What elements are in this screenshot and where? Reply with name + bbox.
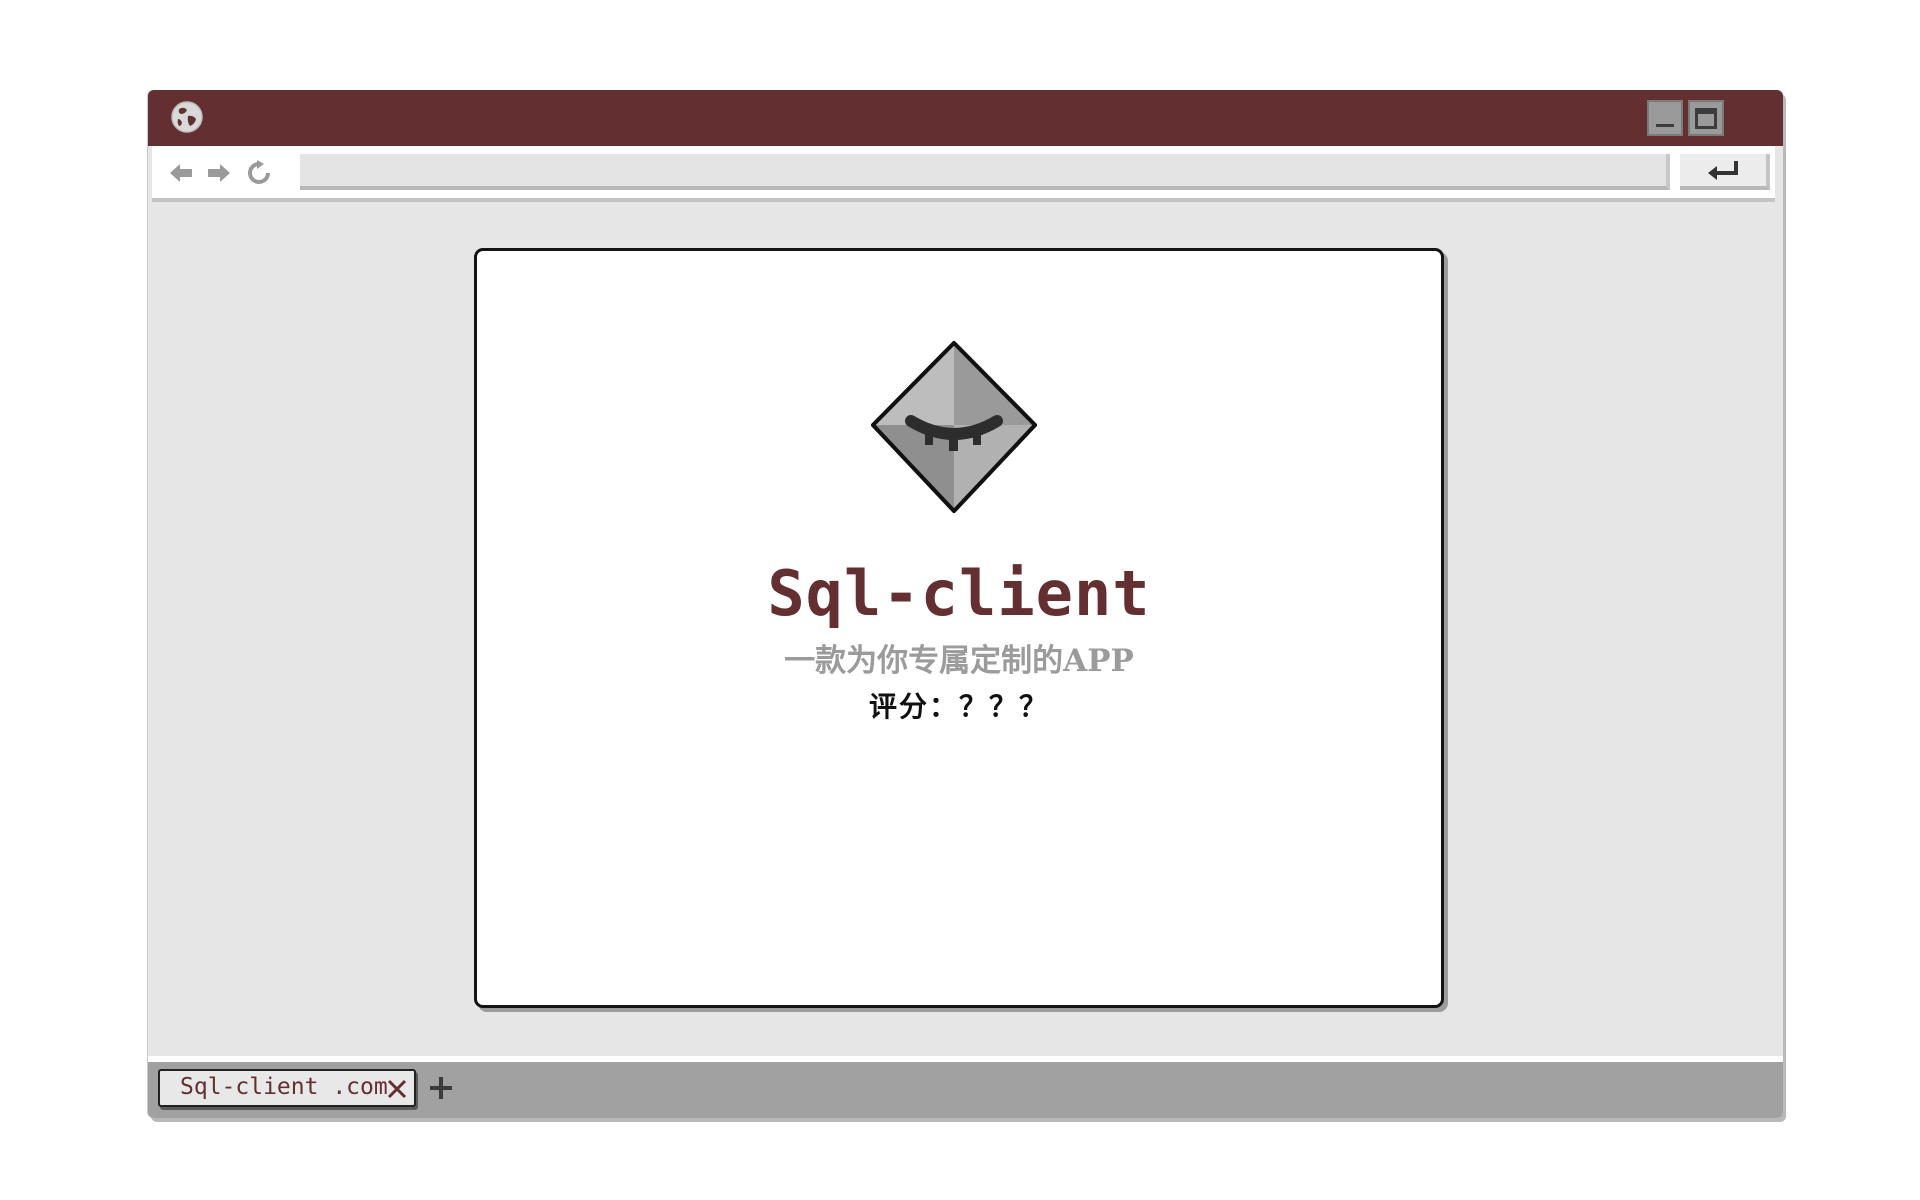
close-icon[interactable]: [386, 1078, 408, 1100]
title-bar: [148, 90, 1783, 146]
browser-window: Sql-client 一款为你专属定制的APP 评分：？？？ Sql-clien…: [148, 90, 1783, 1118]
maximize-icon[interactable]: [1688, 100, 1724, 136]
enter-button[interactable]: [1680, 154, 1770, 190]
plus-icon[interactable]: [428, 1075, 454, 1101]
app-title: Sql-client: [767, 557, 1151, 630]
eye-closed-diamond-logo: [871, 341, 1037, 513]
navigation-bar: [152, 146, 1775, 202]
tab-strip: Sql-client .com: [148, 1056, 1783, 1118]
arrow-right-icon[interactable]: [204, 159, 234, 187]
address-bar[interactable]: [300, 154, 1670, 190]
tab-sql-client[interactable]: Sql-client .com: [158, 1069, 416, 1107]
minimize-icon[interactable]: [1647, 100, 1683, 136]
globe-icon: [171, 101, 203, 133]
app-rating: 评分：？？？: [868, 690, 1049, 723]
app-subtitle: 一款为你专属定制的APP: [784, 643, 1134, 679]
app-info-card: Sql-client 一款为你专属定制的APP 评分：？？？: [474, 248, 1444, 1008]
enter-return-icon: [1708, 161, 1738, 180]
reload-icon[interactable]: [244, 159, 274, 187]
tab-label: Sql-client .com: [180, 1074, 388, 1100]
arrow-left-icon[interactable]: [166, 159, 196, 187]
